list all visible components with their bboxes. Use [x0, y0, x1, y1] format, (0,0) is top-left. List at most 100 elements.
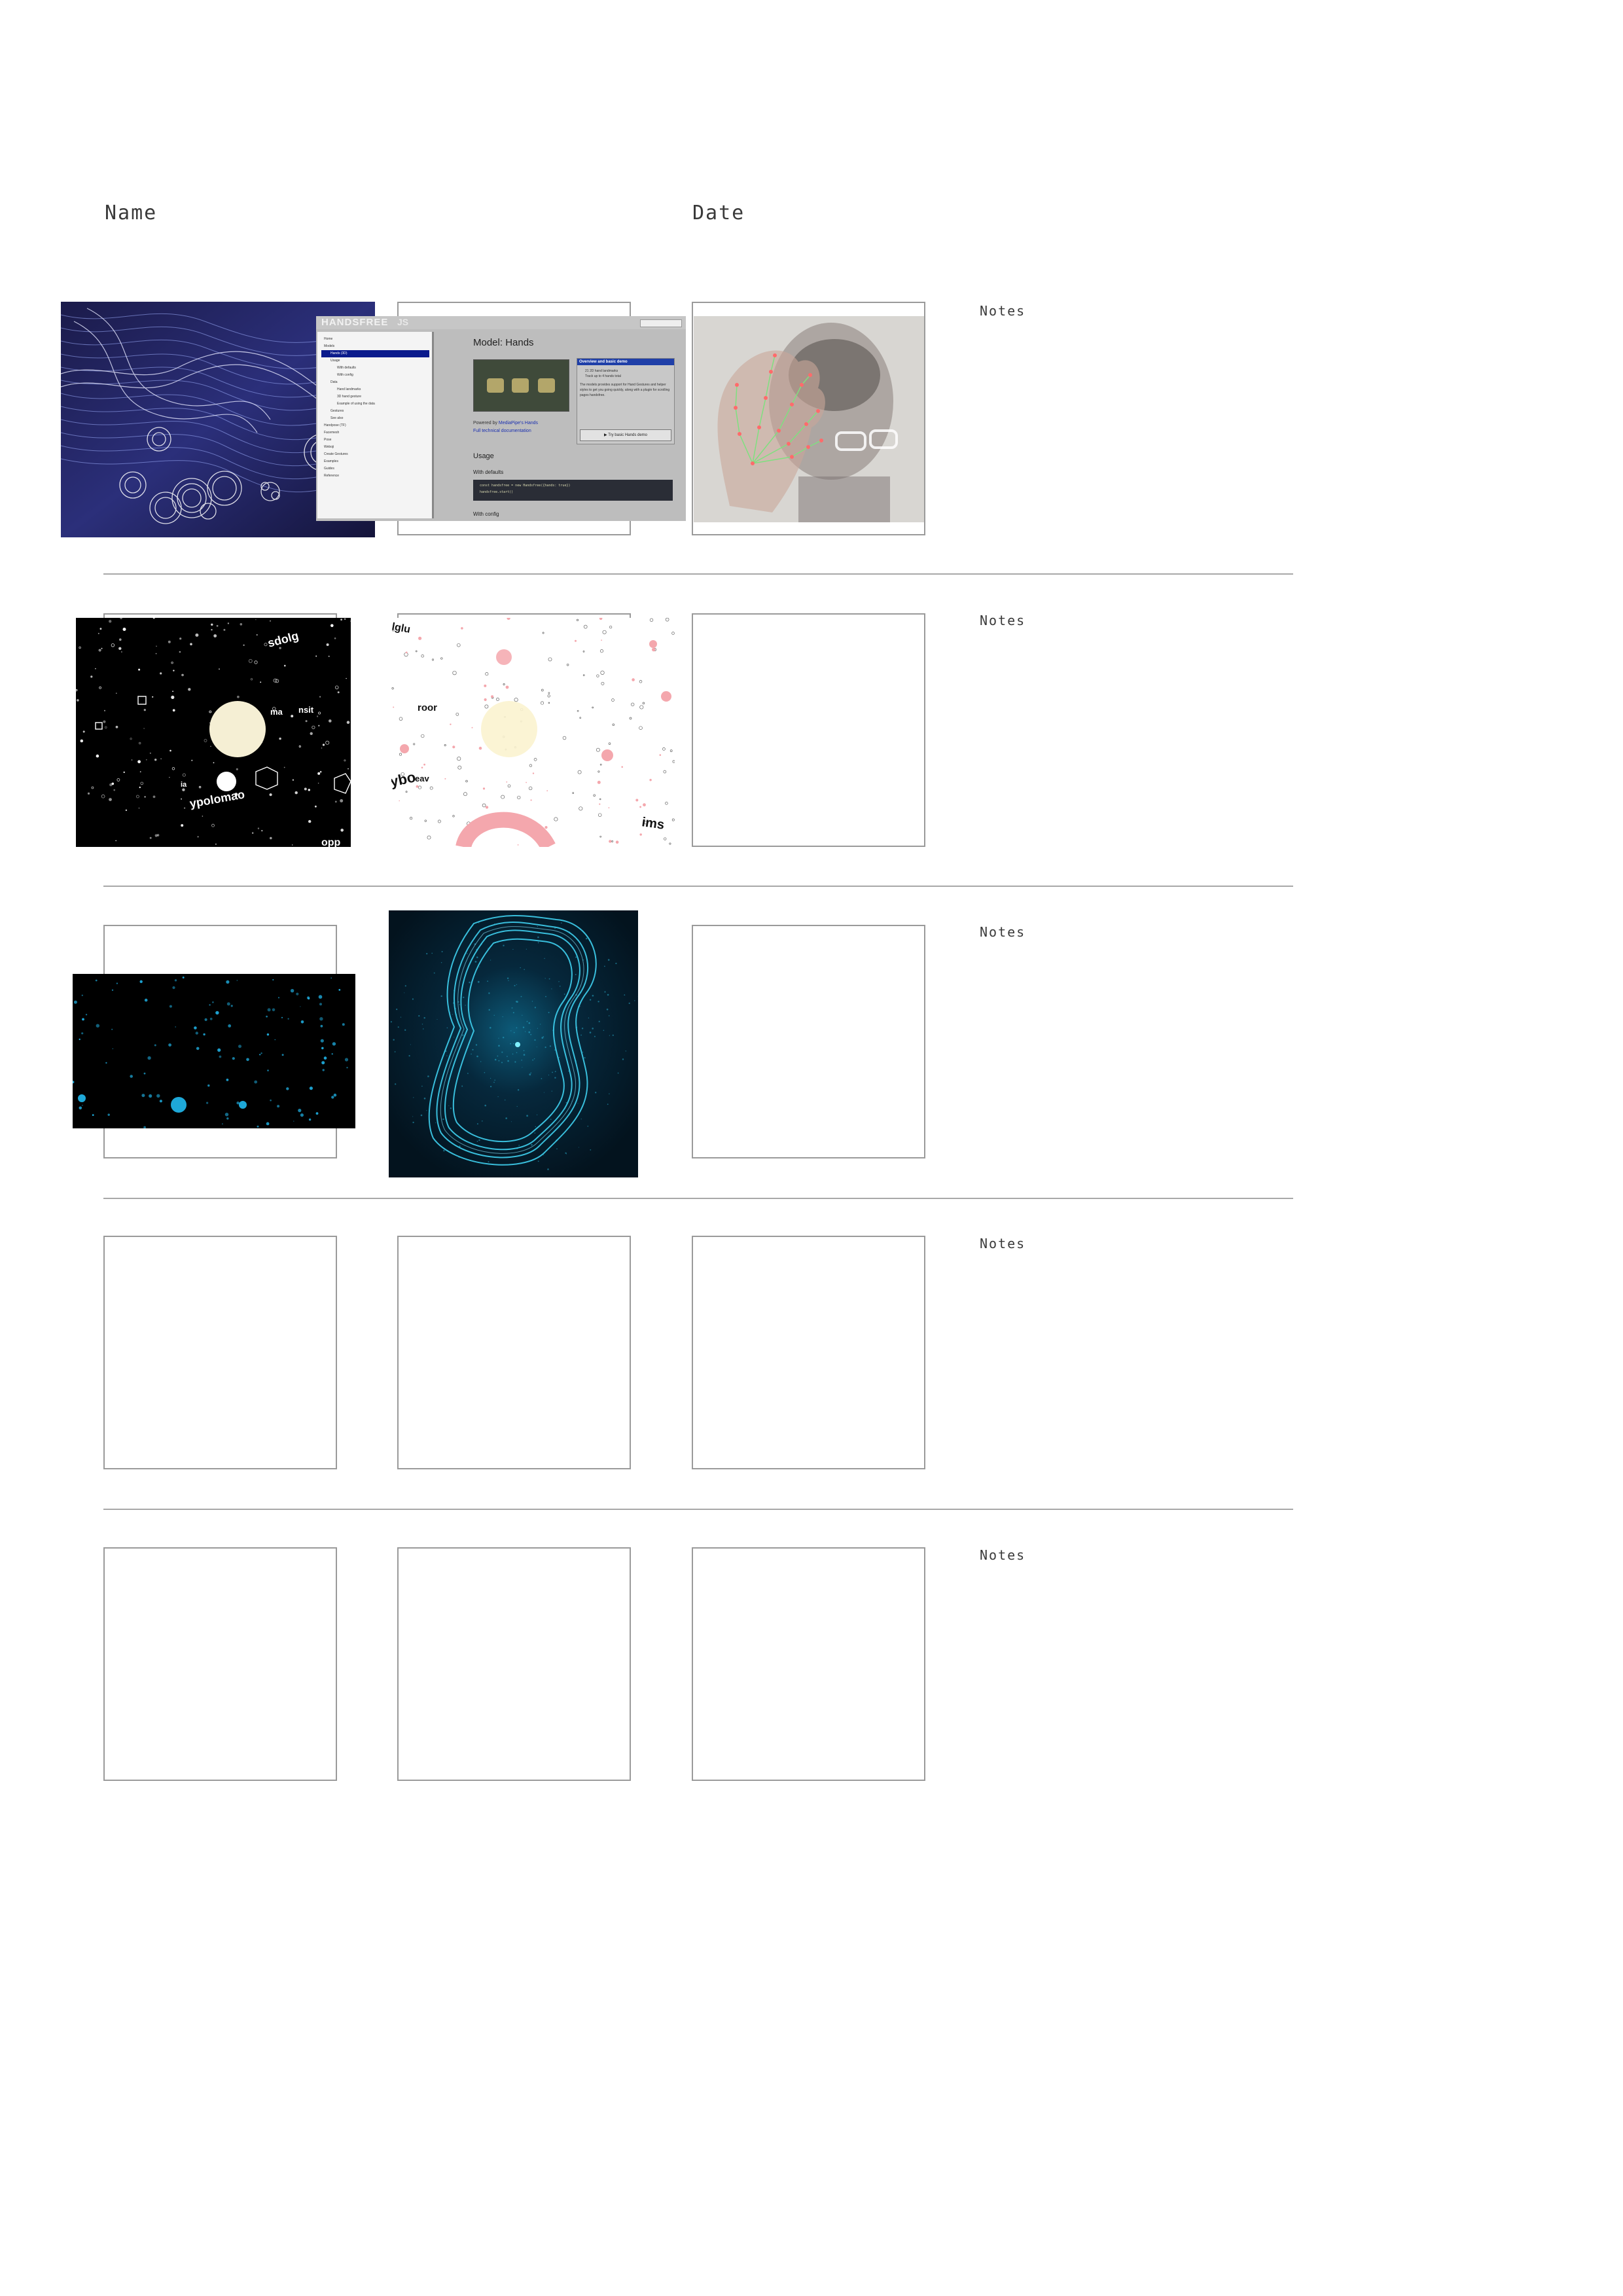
cyan-particles-artwork: [73, 974, 355, 1128]
ribbon-speck: [617, 1072, 619, 1074]
ribbon-speck: [512, 948, 514, 950]
ribbon-speck: [421, 1085, 423, 1087]
star-dot: [328, 655, 330, 657]
ribbon-speck: [529, 1073, 531, 1076]
docs-search-input[interactable]: [640, 319, 682, 327]
particle-dot: [209, 1017, 213, 1020]
ribbon-speck: [523, 1054, 526, 1056]
star-dot: [144, 796, 146, 798]
star-dot: [597, 780, 601, 784]
star-dot: [505, 685, 509, 689]
star-dot: [113, 789, 115, 791]
docs-nav-item[interactable]: Models: [321, 343, 429, 350]
star-dot: [211, 623, 213, 626]
ribbon-speck: [586, 937, 588, 940]
star-dot: [149, 836, 152, 839]
docs-nav-item[interactable]: Reference: [321, 473, 429, 480]
ribbon-speck: [534, 1039, 536, 1041]
star-dot: [517, 844, 519, 846]
particle-dot: [257, 1125, 259, 1128]
star-dot: [123, 771, 125, 774]
ribbon-speck: [530, 1033, 532, 1035]
docs-nav-item[interactable]: Gestures: [321, 408, 429, 415]
ribbon-speck: [498, 1037, 499, 1039]
docs-nav-item[interactable]: Data: [321, 379, 429, 386]
star-dot: [330, 624, 334, 628]
ribbon-speck: [604, 991, 606, 993]
ribbon-speck: [467, 1073, 469, 1074]
star-dot: [82, 730, 85, 733]
star-dot: [484, 698, 487, 702]
particle-dot: [306, 996, 310, 999]
ribbon-speck: [612, 1034, 614, 1036]
ribbon-speck: [517, 1089, 520, 1091]
docs-nav-item[interactable]: Usage: [321, 357, 429, 365]
particle-dot: [272, 1008, 276, 1012]
docs-nav-item[interactable]: Weboji: [321, 444, 429, 451]
docs-powered-by-link[interactable]: MediaPipe's Hands: [499, 421, 538, 425]
particle-dot: [281, 1054, 284, 1056]
star-dot: [461, 627, 463, 630]
docs-full-docs-link[interactable]: Full technical documentation: [473, 429, 531, 433]
ribbon-speck: [510, 1043, 512, 1045]
star-dot: [444, 778, 446, 780]
docs-nav-item[interactable]: Create Gestures: [321, 451, 429, 458]
docs-demo-panel-title: Overview and basic demo: [577, 359, 674, 365]
particle-dot: [175, 1026, 176, 1028]
star-dot: [340, 619, 342, 621]
ribbon-speck: [524, 969, 525, 971]
ribbon-speck: [461, 1085, 463, 1087]
star-dot: [318, 725, 320, 726]
star-dot: [482, 787, 486, 790]
docs-nav-item[interactable]: Examples: [321, 458, 429, 465]
star-dot: [202, 816, 204, 817]
docs-nav-item[interactable]: With config: [321, 372, 429, 379]
docs-code-block: const handsfree = new Handsfree({hands: …: [473, 480, 673, 501]
docs-nav-item[interactable]: With defaults: [321, 365, 429, 372]
row-divider-1: [103, 573, 1293, 575]
star-dot: [450, 723, 452, 725]
particle-dot: [196, 1047, 200, 1050]
ribbon-speck: [575, 974, 577, 975]
particle-dot: [300, 1113, 304, 1117]
particle-dot: [342, 1023, 345, 1026]
docs-demo-button[interactable]: ▶ Try basic Hands demo: [580, 429, 671, 441]
docs-demo-bullet-1: 21 2D hand landmarks: [585, 369, 618, 373]
star-dot: [621, 766, 623, 768]
docs-nav-item[interactable]: Home: [321, 336, 429, 343]
particle-dot: [107, 1113, 110, 1116]
star-dot: [546, 790, 548, 792]
ribbon-speck: [534, 1132, 536, 1134]
ribbon-speck: [522, 1026, 525, 1028]
star-dot: [181, 798, 182, 800]
column-header-name: Name: [105, 202, 158, 224]
docs-nav-item[interactable]: Guides: [321, 465, 429, 473]
ribbon-speck: [541, 1078, 543, 1079]
ribbon-speck: [608, 1015, 610, 1016]
docs-nav-item[interactable]: Hands (3D): [321, 350, 429, 357]
star-dot: [119, 638, 122, 641]
dark-space-word-artwork: sdolg ma nsit ypolomao ia opp: [76, 618, 351, 847]
ribbon-speck: [520, 996, 522, 997]
star-dot: [315, 805, 317, 808]
docs-nav-item[interactable]: Pose: [321, 437, 429, 444]
docs-nav-item[interactable]: Facemesh: [321, 429, 429, 437]
particle-dot: [194, 1026, 197, 1030]
star-dot: [329, 719, 332, 723]
docs-nav-item[interactable]: Handpose (TF): [321, 422, 429, 429]
docs-logo: HANDSFREE: [321, 317, 389, 328]
docs-nav-item[interactable]: See also: [321, 415, 429, 422]
ribbon-speck: [603, 1030, 605, 1031]
ribbon-speck: [526, 1115, 528, 1117]
docs-nav-item[interactable]: 3D hand gesture: [321, 393, 429, 401]
dark-space-word-5: ia: [181, 781, 187, 789]
particle-dot: [266, 1033, 270, 1036]
docs-nav-item[interactable]: Example of using the data: [321, 401, 429, 408]
particle-dot: [266, 1015, 268, 1018]
star-dot: [152, 696, 154, 698]
star-dot: [291, 715, 294, 718]
particle-dot: [296, 992, 299, 996]
docs-nav-item[interactable]: Hand landmarks: [321, 386, 429, 393]
particle-dot: [226, 980, 230, 984]
particle-dot: [85, 1014, 88, 1016]
